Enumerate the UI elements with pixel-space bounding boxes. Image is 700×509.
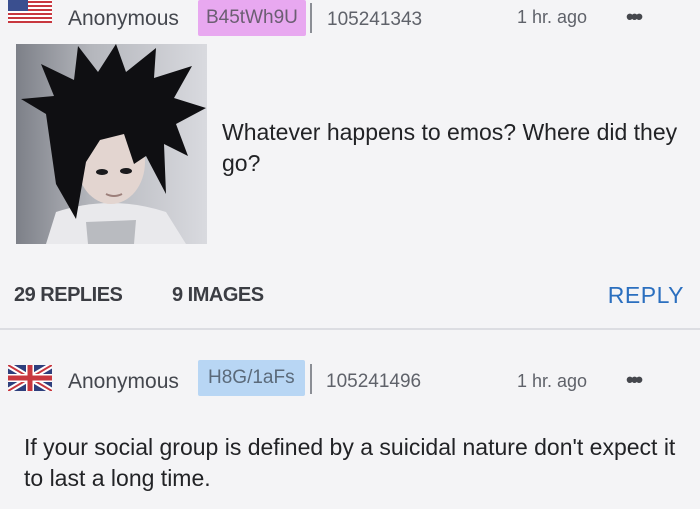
poster-id-badge[interactable]: B45tWh9U bbox=[198, 0, 306, 36]
post-divider bbox=[0, 328, 700, 330]
replies-count[interactable]: 29 REPLIES bbox=[14, 284, 123, 307]
poster-id-badge[interactable]: H8G/1aFs bbox=[198, 360, 305, 396]
post-time: 1 hr. ago bbox=[517, 371, 588, 391]
images-count[interactable]: 9 IMAGES bbox=[172, 284, 264, 307]
post-image-thumbnail[interactable] bbox=[16, 44, 207, 244]
us-flag-icon bbox=[8, 0, 52, 23]
post-header: Anonymous H8G/1aFs 105241496 1 hr. ago •… bbox=[0, 360, 700, 401]
header-divider bbox=[310, 364, 312, 394]
post-op: Anonymous B45tWh9U 105241343 1 hr. ago •… bbox=[0, 0, 700, 328]
emo-portrait-image bbox=[16, 44, 207, 244]
more-options-icon[interactable]: ••• bbox=[626, 367, 643, 393]
post-header: Anonymous B45tWh9U 105241343 1 hr. ago •… bbox=[0, 0, 700, 40]
header-divider bbox=[310, 3, 312, 33]
post-reply: Anonymous H8G/1aFs 105241496 1 hr. ago •… bbox=[0, 331, 700, 509]
post-number[interactable]: 105241343 bbox=[327, 9, 422, 31]
reply-button[interactable]: REPLY bbox=[608, 282, 684, 309]
author-name[interactable]: Anonymous bbox=[68, 370, 179, 394]
post-time: 1 hr. ago bbox=[517, 7, 588, 27]
post-number[interactable]: 105241496 bbox=[326, 371, 421, 393]
more-options-icon[interactable]: ••• bbox=[626, 4, 643, 30]
author-name[interactable]: Anonymous bbox=[68, 7, 179, 31]
post-text: If your social group is defined by a sui… bbox=[24, 434, 676, 491]
uk-flag-icon bbox=[8, 365, 52, 391]
post-text: Whatever happens to emos? Where did they… bbox=[222, 119, 678, 176]
